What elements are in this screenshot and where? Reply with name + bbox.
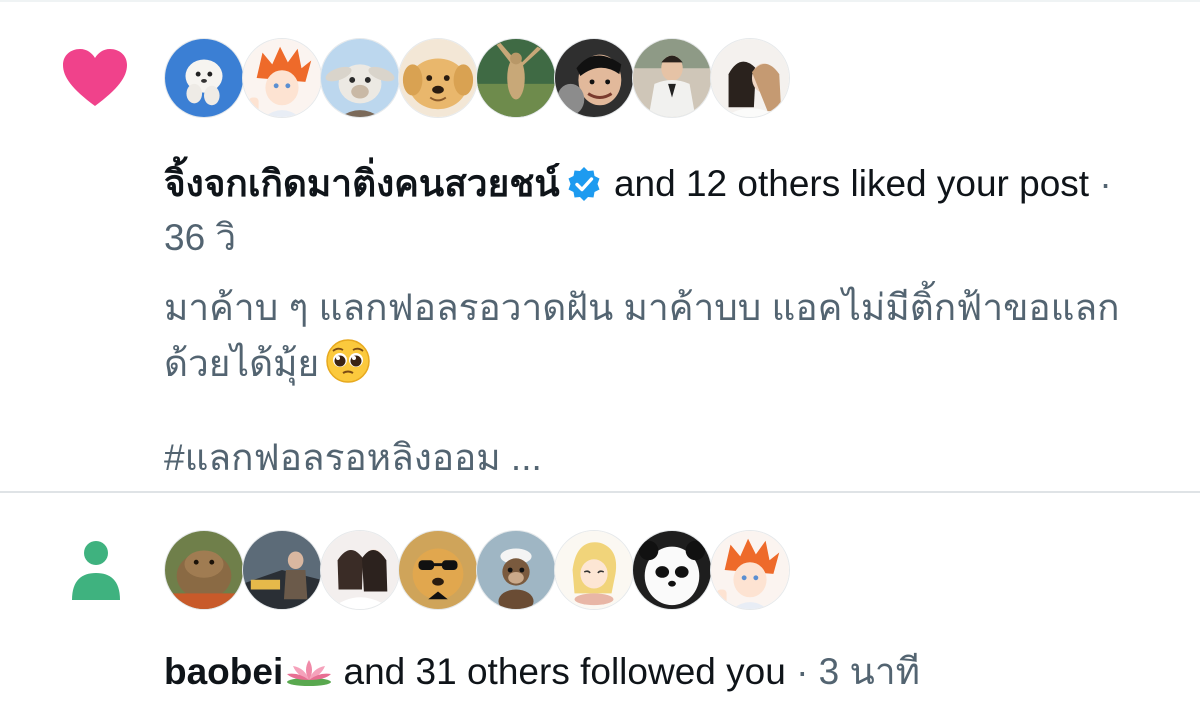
- actor-name[interactable]: baobei: [164, 651, 283, 692]
- actor-name[interactable]: จิ้งจกเกิดมาติ่งคนสวยชน์: [164, 163, 560, 204]
- separator-dot: ·: [1099, 163, 1112, 204]
- post-text: มาค้าบ ๆ แลกฟอลรอวาดฝัน มาค้าบบ แอคไม่มี…: [164, 287, 1120, 384]
- avatar-otter[interactable]: [476, 530, 556, 610]
- avatar-smiling-person[interactable]: [554, 38, 634, 118]
- lotus-emoji-icon: [285, 650, 333, 686]
- avatar-white-puppy[interactable]: [164, 38, 244, 118]
- avatar-dog-sunglasses[interactable]: [398, 530, 478, 610]
- verified-badge-icon: [566, 166, 602, 202]
- avatar-panda-bear[interactable]: [632, 530, 712, 610]
- follow-summary: baobei and 31 others followed you · 3 นา…: [164, 648, 920, 696]
- avatar-orange-hair-anime-boy[interactable]: [710, 530, 790, 610]
- like-notification[interactable]: จิ้งจกเกิดมาติ่งคนสวยชน์ and 12 others l…: [0, 0, 1200, 492]
- avatar-groom-in-suit[interactable]: [632, 38, 712, 118]
- timestamp[interactable]: 3 นาที: [819, 651, 920, 692]
- post-preview[interactable]: มาค้าบ ๆ แลกฟอลรอวาดฝัน มาค้าบบ แอคไม่มี…: [164, 280, 1164, 392]
- avatar-couple-portrait[interactable]: [710, 38, 790, 118]
- avatar-meerkat[interactable]: [476, 38, 556, 118]
- person-icon: [70, 540, 122, 602]
- avatar-capybara[interactable]: [164, 530, 244, 610]
- avatar-car-and-people[interactable]: [242, 530, 322, 610]
- avatar-two-women[interactable]: [320, 530, 400, 610]
- like-action-text: and 12 others liked your post: [613, 163, 1090, 204]
- heart-icon: [62, 48, 128, 108]
- pleading-face-emoji-icon: [325, 338, 371, 384]
- like-summary: จิ้งจกเกิดมาติ่งคนสวยชน์ and 12 others l…: [164, 160, 1112, 208]
- timestamp[interactable]: 36 วิ: [164, 214, 236, 262]
- follow-action-text: and 31 others followed you: [343, 651, 786, 692]
- avatar-golden-puppy[interactable]: [398, 38, 478, 118]
- post-hashtag[interactable]: #แลกฟอลรอหลิงออม ...: [164, 434, 542, 482]
- separator-dot: ·: [796, 651, 809, 692]
- avatar-fluffy-goat[interactable]: [320, 38, 400, 118]
- avatar-orange-hair-anime-boy[interactable]: [242, 38, 322, 118]
- avatar-blonde-anime-girl[interactable]: [554, 530, 634, 610]
